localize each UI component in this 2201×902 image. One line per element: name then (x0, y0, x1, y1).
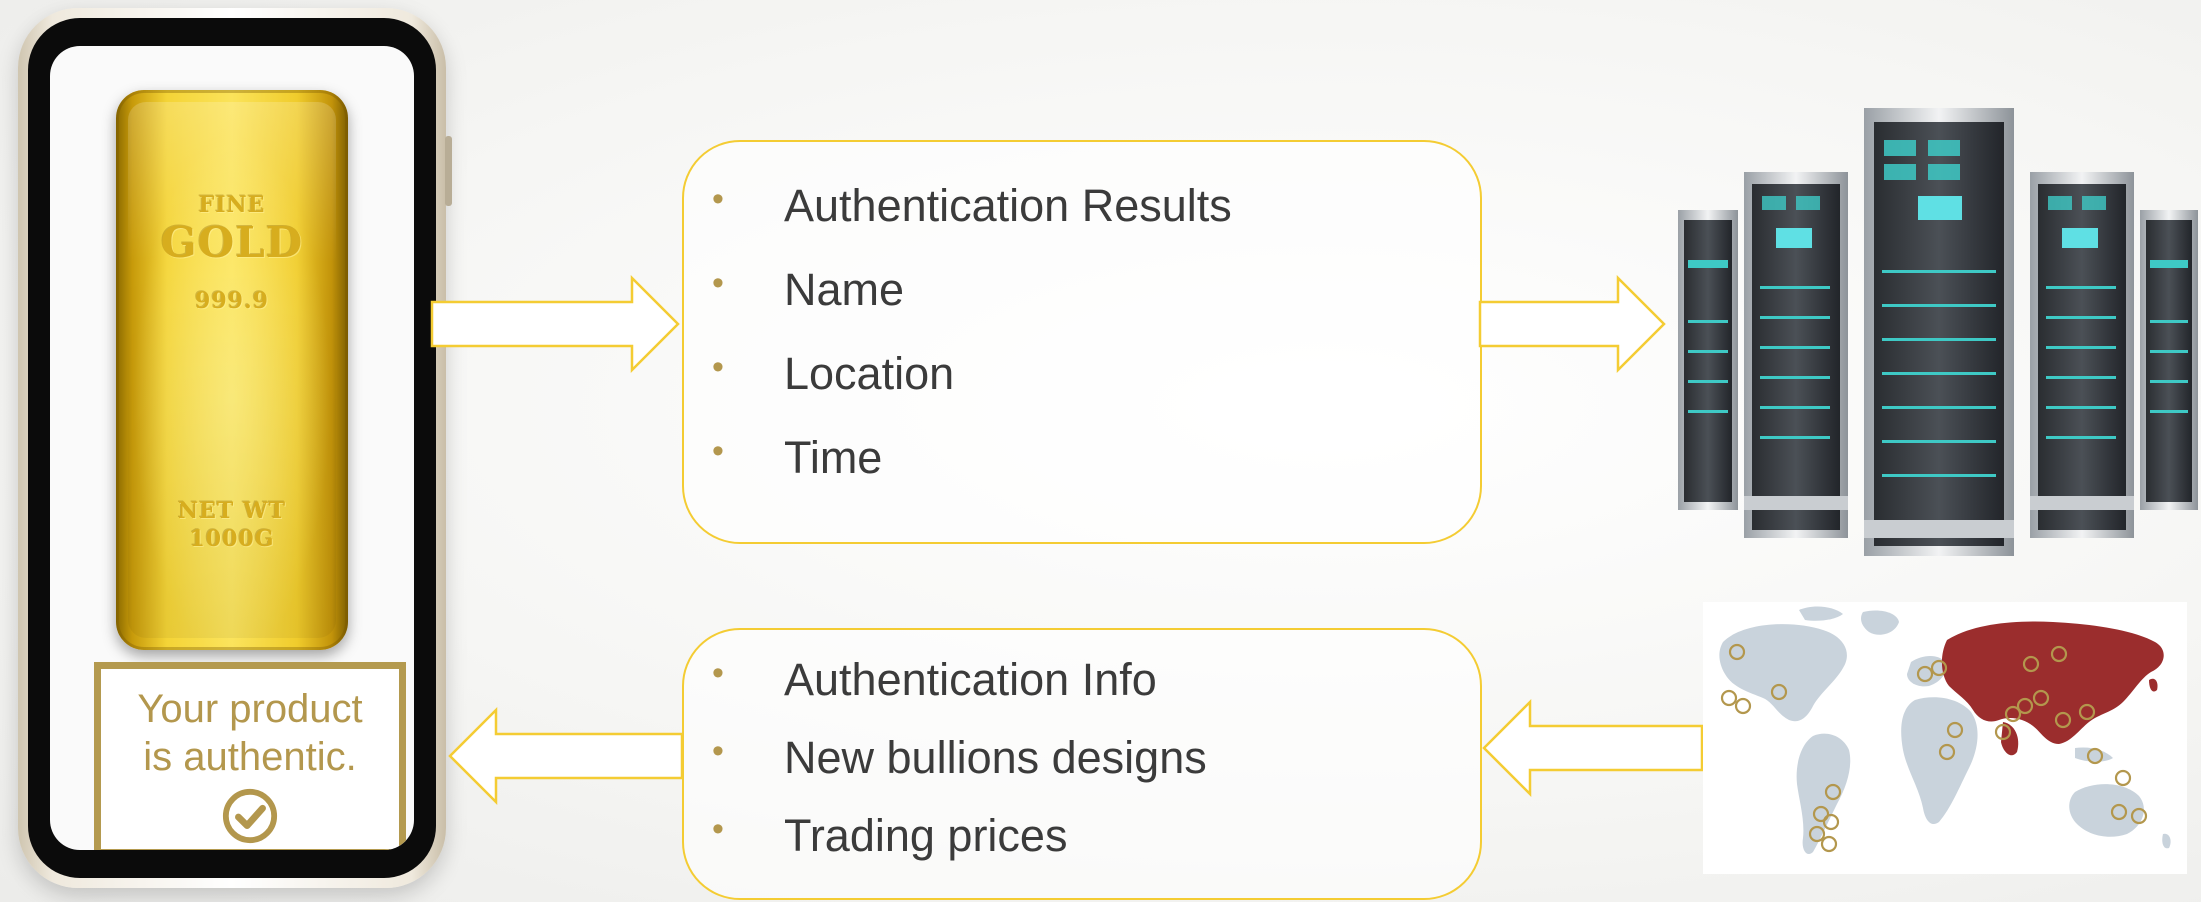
gold-bar-engraving-weight: 1000G (189, 526, 275, 552)
gold-bar-engraving-gold: GOLD (160, 218, 304, 267)
list-item: • Authentication Results (712, 180, 1232, 232)
list-item-label: Trading prices (784, 810, 1068, 861)
list-item: • Trading prices (712, 810, 1068, 862)
smartphone: FINE GOLD 999.9 NET WT 1000G Your produc… (18, 8, 452, 888)
phone-side-button (445, 136, 452, 206)
list-item-label: Authentication Info (784, 654, 1157, 705)
authentication-message-line1: Your product (137, 687, 363, 731)
list-item-label: Location (784, 348, 955, 399)
server-rack-right (2030, 172, 2134, 538)
arrow-phone-to-upload (430, 274, 680, 374)
bullet-icon: • (712, 348, 724, 386)
arrow-map-to-download (1482, 698, 1704, 798)
authentication-message: Your product is authentic. (101, 685, 399, 781)
list-item-label: Time (784, 432, 883, 483)
list-item: • Location (712, 348, 955, 400)
bullet-icon: • (712, 264, 724, 302)
server-rack-far-left (1678, 210, 1738, 510)
world-map-graphic (1719, 606, 2171, 855)
phone-screen: FINE GOLD 999.9 NET WT 1000G Your produc… (50, 46, 414, 850)
download-info-box: • Authentication Info • New bullions desig… (682, 628, 1482, 900)
bullet-icon: • (712, 810, 724, 848)
upload-info-box: • Authentication Results • Name • Location … (682, 140, 1482, 544)
gold-bar-image: FINE GOLD 999.9 NET WT 1000G (116, 90, 348, 650)
server-rack-left (1744, 172, 1848, 538)
diagram-canvas: FINE GOLD 999.9 NET WT 1000G Your produc… (0, 0, 2201, 902)
list-item: • New bullions designs (712, 732, 1207, 784)
list-item-label: Authentication Results (784, 180, 1232, 231)
bullet-icon: • (712, 732, 724, 770)
world-map-icon (1703, 602, 2187, 874)
gold-bar-engraving-purity: 999.9 (195, 288, 269, 314)
list-item: • Name (712, 264, 905, 316)
server-rack-far-right (2140, 210, 2198, 510)
list-item-label: Name (784, 264, 905, 315)
authentication-result-box: Your product is authentic. (94, 662, 406, 850)
list-item: • Time (712, 432, 883, 484)
arrow-upload-to-server (1478, 274, 1666, 374)
list-item: • Authentication Info (712, 654, 1157, 706)
bullet-icon: • (712, 432, 724, 470)
arrow-download-to-phone (448, 706, 684, 806)
bullet-icon: • (712, 654, 724, 692)
check-circle-icon (222, 788, 278, 844)
gold-bar-engraving-fine: FINE (198, 192, 266, 218)
gold-bar-engraving-net-wt: NET WT (178, 498, 286, 524)
bullet-icon: • (712, 180, 724, 218)
authentication-message-line2: is authentic. (143, 735, 357, 779)
server-rack-icon (1678, 108, 2198, 556)
phone-bezel: FINE GOLD 999.9 NET WT 1000G Your produc… (28, 18, 436, 878)
list-item-label: New bullions designs (784, 732, 1207, 783)
server-rack-center (1864, 108, 2014, 556)
